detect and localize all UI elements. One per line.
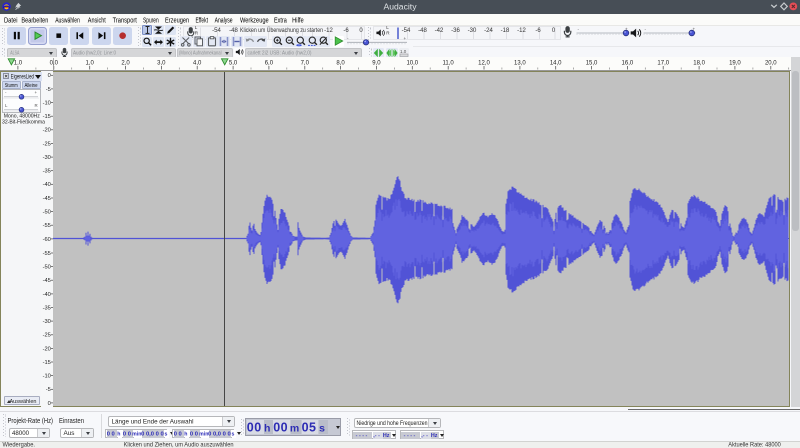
svg-text:-: - [578, 27, 580, 32]
svg-text:+: + [403, 36, 406, 41]
svg-text:L: L [5, 103, 8, 108]
svg-text:-: - [5, 90, 7, 95]
svg-text:+: + [35, 90, 38, 95]
svg-text:-: - [347, 36, 349, 41]
svg-text:-: - [645, 27, 647, 32]
svg-text:1.0: 1.0 [400, 49, 407, 54]
svg-text:R: R [35, 103, 38, 108]
